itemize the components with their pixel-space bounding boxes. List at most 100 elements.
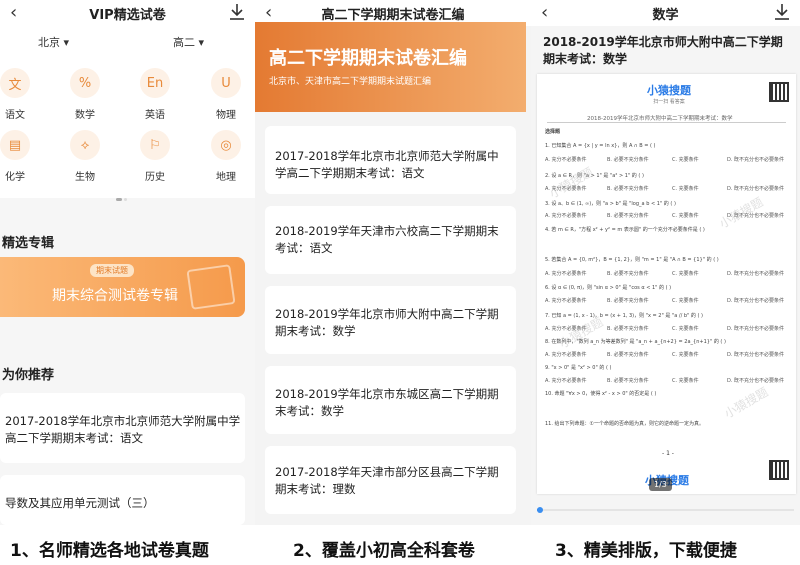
question: 7. 已知 a = (1, x - 1)，b = (x + 1, 3)，则 "x… (545, 313, 704, 319)
option: B. 必要不充分条件 (607, 157, 649, 163)
list-item[interactable]: 2017-2018学年北京市北京师范大学附属中学高二下学期期末考试：语文 (0, 393, 245, 463)
banner-subtitle: 北京市、天津市高二下学期期末试题汇编 (269, 77, 432, 87)
dna-icon: ⟡ (70, 130, 100, 160)
option: A. 充分不必要条件 (545, 378, 587, 384)
subject-physics[interactable]: U 物理 (196, 68, 255, 121)
option: D. 既不充分也不必要条件 (727, 326, 785, 332)
subject-label: 化学 (5, 172, 25, 183)
flag-icon: ⚐ (140, 130, 170, 160)
featured-section-title: 精选专辑 (2, 236, 55, 251)
subject-label: 生物 (75, 172, 95, 183)
option: C. 充要条件 (672, 213, 699, 219)
subject-chemistry[interactable]: ▤ 化学 (0, 130, 45, 183)
page-number: - 1 - (662, 450, 674, 457)
scroll-progress-bar[interactable] (537, 507, 794, 513)
back-arrow-icon[interactable]: ‹ (541, 2, 548, 23)
collection-banner: 高二下学期期末试卷汇编 北京市、天津市高二下学期期末试题汇编 (255, 22, 526, 112)
list-item[interactable]: 2018-2019学年北京市师大附中高二下学期期末考试：数学 (265, 286, 516, 354)
document-title: 2018-2019学年北京市师大附中高二下学期期末考试：数学 (543, 35, 783, 66)
section-label: 选择题 (545, 129, 561, 135)
watermark: 小猿搜题 (546, 164, 596, 201)
progress-handle[interactable] (537, 507, 543, 513)
option: D. 既不充分也不必要条件 (727, 157, 785, 163)
option: B. 必要不充分条件 (607, 326, 649, 332)
option: C. 充要条件 (672, 271, 699, 277)
percent-icon: % (70, 68, 100, 98)
option: C. 充要条件 (672, 378, 699, 384)
paper-title: 2017-2018学年天津市部分区县高二下学期期末考试：理数 (275, 465, 499, 496)
paper-title: 2017-2018学年北京市北京师范大学附属中学高二下学期期末考试：语文 (5, 414, 241, 445)
option: D. 既不充分也不必要条件 (727, 186, 785, 192)
grade-filter[interactable]: 高二 ▾ (173, 34, 204, 50)
question: 10. 命题 "∀x > 0，使得 x² - x > 0" 的否定是 ( ) (545, 391, 657, 397)
flask-icon: ▤ (0, 130, 30, 160)
list-item[interactable]: 2018-2019学年天津市六校高二下学期期末考试：语文 (265, 206, 516, 274)
subject-label: 语文 (5, 110, 25, 121)
page-counter: 1/3 (649, 478, 672, 491)
option: B. 必要不充分条件 (607, 298, 649, 304)
question: 4. 若 m ∈ R，"方程 x² + y² = m 表示圆" 的一个充分不必要… (545, 227, 705, 233)
document-viewer-screen: ‹ 数学 2018-2019学年北京市师大附中高二下学期期末考试：数学 小猿搜题… (531, 0, 800, 525)
subject-label: 英语 (145, 110, 165, 121)
paper-title: 2018-2019学年北京市东城区高二下学期期末考试：数学 (275, 387, 499, 418)
subject-grid: 文 语文 % 数学 En 英语 U 物理 ▤ 化学 ⟡ 生物 ⚐ 历史 ◎ 地理 (0, 56, 255, 198)
download-icon[interactable] (774, 3, 790, 21)
english-icon: En (140, 68, 170, 98)
paper-title: 导数及其应用单元测试（三） (5, 496, 155, 510)
paper-collection-screen: ‹ 高二下学期期末试卷汇编 高二下学期期末试卷汇编 北京市、天津市高二下学期期末… (255, 0, 531, 525)
question: 11. 给出下列命题：①一个命题的否命题为真，则它的逆命题一定为真。 (545, 421, 705, 427)
subject-geography[interactable]: ◎ 地理 (196, 130, 255, 183)
featured-album-banner[interactable]: 期末试题 期末综合测试卷专辑 (0, 257, 245, 317)
question: 6. 设 α ∈ (0, π)，则 "sin α > 0" 是 "cos α <… (545, 285, 672, 291)
back-arrow-icon[interactable]: ‹ (10, 2, 17, 23)
qr-code-icon (769, 82, 789, 102)
page-title: 数学 (652, 7, 679, 23)
back-arrow-icon[interactable]: ‹ (265, 2, 272, 23)
option: B. 必要不充分条件 (607, 213, 649, 219)
watermark: 小猿搜题 (721, 384, 771, 421)
logo-text: 小猿搜题 (647, 84, 691, 97)
list-item[interactable]: 2017-2018学年天津市部分区县高二下学期期末考试：理数 (265, 446, 516, 514)
option: A. 充分不必要条件 (545, 213, 587, 219)
document-page[interactable]: 小猿搜题 扫一扫 看答案 2018-2019学年北京市师大附中高二下学期期末考试… (537, 74, 796, 494)
list-item[interactable]: 2018-2019学年北京市东城区高二下学期期末考试：数学 (265, 366, 516, 434)
subject-biology[interactable]: ⟡ 生物 (55, 130, 115, 183)
option: C. 充要条件 (672, 352, 699, 358)
header-bar: ‹ VIP精选试卷 (0, 0, 255, 26)
subject-label: 历史 (145, 172, 165, 183)
question: 5. 若集合 A = {0, m²}，B = {1, 2}，则 "m = 1" … (545, 257, 719, 263)
option: C. 充要条件 (672, 186, 699, 192)
banner-title: 高二下学期期末试卷汇编 (269, 48, 467, 69)
region-filter[interactable]: 北京 ▾ (38, 34, 69, 50)
option: A. 充分不必要条件 (545, 271, 587, 277)
option: B. 必要不充分条件 (607, 271, 649, 277)
paper-title: 2017-2018学年北京市北京师范大学附属中学高二下学期期末考试：语文 (275, 149, 499, 180)
subject-math[interactable]: % 数学 (55, 68, 115, 121)
app-screenshot-stage: ‹ VIP精选试卷 北京 ▾ 高二 ▾ 文 语文 % 数学 En 英语 U 物理… (0, 0, 800, 565)
divider (547, 122, 786, 123)
banner-tag: 期末试题 (90, 264, 134, 277)
question: 9. "x > 0" 是 "x² > 0" 的 ( ) (545, 365, 612, 371)
qr-code-icon (769, 460, 789, 480)
list-item[interactable]: 2017-2018学年北京市北京师范大学附属中学高二下学期期末考试：语文 (265, 126, 516, 194)
magnet-icon: U (211, 68, 241, 98)
globe-icon: ◎ (211, 130, 241, 160)
list-item[interactable]: 导数及其应用单元测试（三） (0, 475, 245, 525)
filter-bar: 北京 ▾ 高二 ▾ (0, 26, 255, 56)
subject-chinese[interactable]: 文 语文 (0, 68, 45, 121)
question: 1. 已知集合 A = {x | y = ln x}，则 A ∩ B = ( ) (545, 143, 656, 149)
option: A. 充分不必要条件 (545, 352, 587, 358)
caption-feature-3: 3、精美排版，下载便捷 (555, 541, 737, 561)
paper-title: 2018-2019学年天津市六校高二下学期期末考试：语文 (275, 224, 499, 255)
header-bar: ‹ 数学 (531, 0, 800, 26)
logo-subtitle: 扫一扫 看答案 (653, 99, 685, 105)
brand-logo: 小猿搜题 扫一扫 看答案 (647, 82, 691, 105)
subject-english[interactable]: En 英语 (125, 68, 185, 121)
banner-text: 期末综合测试卷专辑 (52, 288, 178, 304)
download-icon[interactable] (229, 3, 245, 21)
page-title: VIP精选试卷 (89, 7, 166, 23)
option: A. 充分不必要条件 (545, 157, 587, 163)
subject-label: 数学 (75, 110, 95, 121)
carousel-indicator (115, 186, 128, 205)
subject-history[interactable]: ⚐ 历史 (125, 130, 185, 183)
